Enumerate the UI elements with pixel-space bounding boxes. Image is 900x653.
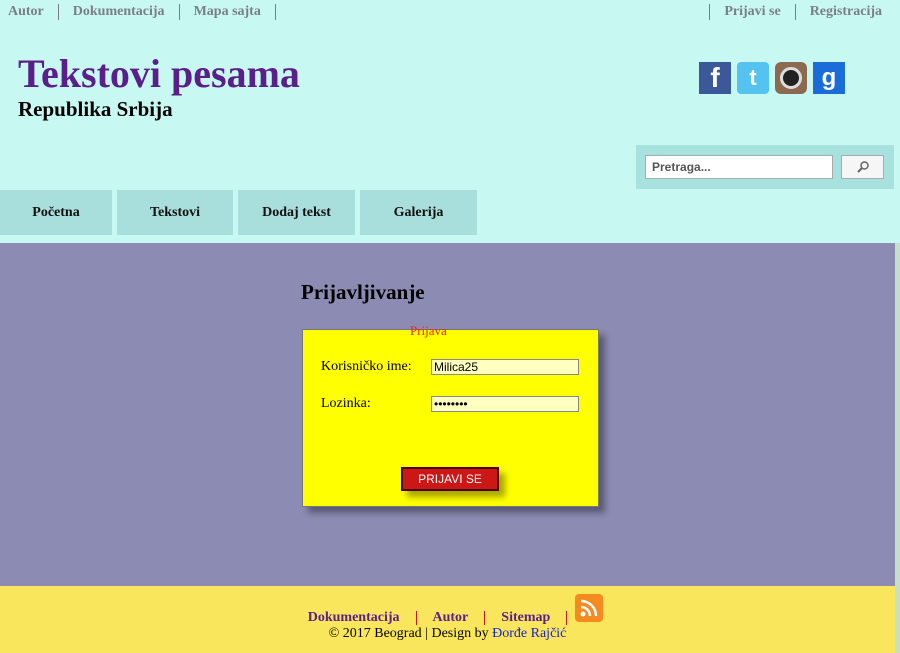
register-link[interactable]: Registracija xyxy=(794,4,896,20)
search-icon xyxy=(856,161,869,173)
tab-galerija[interactable]: Galerija xyxy=(360,190,477,235)
google-icon[interactable]: g xyxy=(813,62,845,94)
footer-link-autor[interactable]: Autor xyxy=(417,611,486,625)
login-submit-button[interactable]: PRIJAVI SE xyxy=(401,467,499,491)
instagram-icon[interactable] xyxy=(775,62,807,94)
top-links-left: Autor Dokumentacija Mapa sajta xyxy=(0,4,276,20)
rss-glyph xyxy=(580,599,598,617)
footer: Dokumentacija Autor Sitemap © 2017 Beogr… xyxy=(0,586,895,653)
author-link[interactable]: Đorđe Rajčić xyxy=(492,626,566,641)
tab-pocetna[interactable]: Početna xyxy=(0,190,112,235)
twitter-icon[interactable]: t xyxy=(737,62,769,94)
site-title: Tekstovi pesama xyxy=(18,51,300,96)
search-box xyxy=(636,145,894,189)
username-label: Korisničko ime: xyxy=(321,359,412,374)
top-links-bar: Autor Dokumentacija Mapa sajta Prijavi s… xyxy=(0,0,900,24)
username-field[interactable] xyxy=(431,359,579,375)
facebook-icon[interactable]: f xyxy=(699,62,731,94)
top-link-autor[interactable]: Autor xyxy=(0,4,59,20)
copyright-text: © 2017 Beograd | Design by xyxy=(328,626,489,641)
password-field[interactable] xyxy=(431,396,579,412)
login-link[interactable]: Prijavi se xyxy=(709,4,794,20)
search-button[interactable] xyxy=(841,155,884,179)
top-link-dokumentacija[interactable]: Dokumentacija xyxy=(59,4,180,20)
site-subtitle: Republika Srbija xyxy=(18,97,173,121)
rss-icon[interactable] xyxy=(575,594,604,622)
page-heading: Prijavljivanje xyxy=(301,280,425,304)
main-nav: Početna Tekstovi Dodaj tekst Galerija xyxy=(0,190,482,235)
login-form: Prijava Korisničko ime: Lozinka: PRIJAVI… xyxy=(302,323,599,507)
form-legend: Prijava xyxy=(410,323,447,338)
footer-link-dokumentacija[interactable]: Dokumentacija xyxy=(292,611,417,625)
footer-link-sitemap[interactable]: Sitemap xyxy=(485,611,568,625)
top-link-mapa-sajta[interactable]: Mapa sajta xyxy=(180,4,276,20)
password-label: Lozinka: xyxy=(321,396,371,411)
top-links-right: Prijavi se Registracija xyxy=(709,4,896,20)
social-icons: f t g xyxy=(699,62,845,94)
search-input[interactable] xyxy=(645,155,833,179)
copyright: © 2017 Beograd | Design by Đorđe Rajčić xyxy=(0,626,895,642)
right-edge-strip xyxy=(895,243,900,653)
tab-tekstovi[interactable]: Tekstovi xyxy=(117,190,233,235)
tab-dodaj-tekst[interactable]: Dodaj tekst xyxy=(238,190,355,235)
